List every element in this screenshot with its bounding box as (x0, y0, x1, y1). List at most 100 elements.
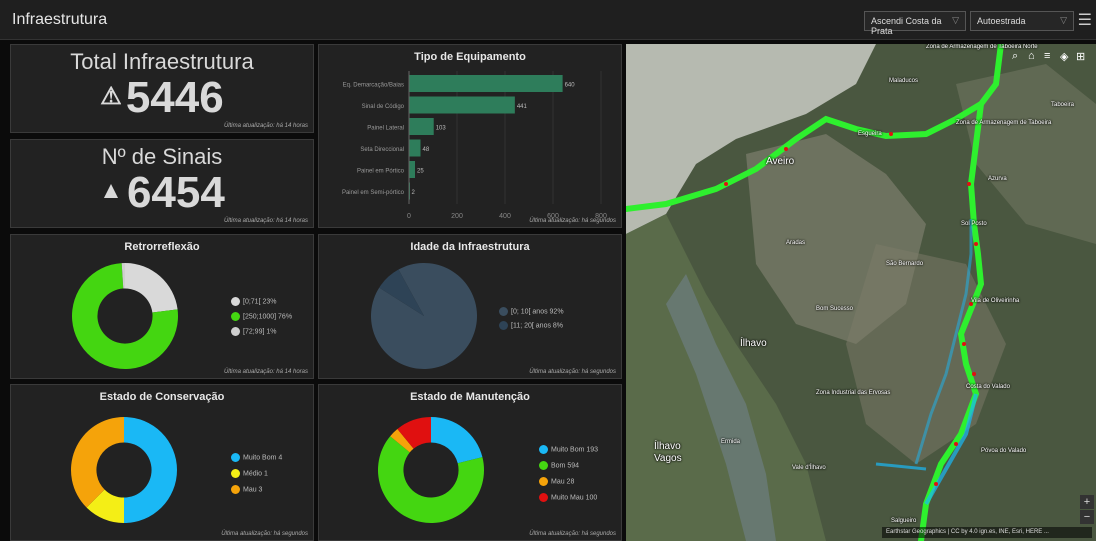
kpi-total-label: Total Infraestrutura (70, 49, 254, 74)
conservacao-chart (71, 417, 177, 523)
pie-slice[interactable] (125, 263, 178, 313)
legend-item[interactable]: [250;1000] 76% (231, 312, 292, 321)
legend-swatch (539, 445, 548, 454)
idade-chart (371, 263, 477, 369)
legend-item[interactable]: Médio 1 (231, 469, 268, 478)
legend-swatch (499, 321, 508, 330)
legend-item[interactable]: [11; 20[ anos 8% (499, 321, 563, 330)
legend-item[interactable]: [0; 10[ anos 92% (499, 307, 564, 316)
zoom-out-button[interactable]: − (1080, 510, 1094, 524)
legend-label: Bom 594 (551, 462, 580, 470)
legend-swatch (539, 493, 548, 502)
legend-swatch (499, 307, 508, 316)
legend-swatch (539, 477, 548, 486)
bar[interactable] (409, 75, 563, 92)
basemap-gallery-icon[interactable]: ⊞ (1076, 50, 1085, 63)
legend-item[interactable]: Muito Bom 4 (231, 453, 282, 462)
map-place-label: Zona de Armazenagem de Taboeira Norte (926, 44, 1038, 50)
legend-label: Muito Mau 100 (551, 494, 598, 502)
legend-label: [11; 20[ anos 8% (511, 322, 564, 330)
map-place-label: Salgueiro (891, 518, 917, 524)
map-place-label: Maladucos (889, 78, 919, 84)
legend-label: Mau 28 (551, 478, 575, 486)
bar-value-label: 25 (417, 169, 424, 175)
pie-slice[interactable] (71, 417, 124, 508)
map-place-label: Esgueira (858, 131, 882, 137)
search-icon[interactable]: ⌕ (1012, 50, 1018, 63)
conservacao-panel: Estado de Conservação Muito Bom 4 Médio 1… (10, 384, 314, 541)
map-attribution: Earthstar Geographics | CC by 4.0 ign.es… (882, 527, 1092, 538)
menu-icon[interactable]: ☰ (1078, 10, 1092, 30)
legend-item[interactable]: Bom 594 (539, 461, 579, 470)
kpi-total-value: 5446 (125, 73, 224, 122)
kpi-sinais-value: 6454 (126, 168, 225, 217)
map-place-label: Vagos (654, 453, 682, 464)
map-place-label: Ílhavo (740, 338, 767, 349)
bar-value-label: 103 (436, 126, 447, 132)
map-place-label: Aveiro (766, 156, 795, 167)
legend-item[interactable]: [0;71[ 23% (231, 297, 276, 306)
legend-item[interactable]: Muito Bom 193 (539, 445, 598, 454)
bar-category-label: Eq. Demarcação/Baias (343, 83, 404, 89)
legend-label: [0;71[ 23% (243, 298, 277, 306)
bar[interactable] (409, 118, 434, 135)
bar-category-label: Painel em Pórtico (357, 169, 405, 175)
legend-swatch (539, 461, 548, 470)
list-icon[interactable]: ≡ (1044, 50, 1050, 62)
road-type-select[interactable]: Autoestrada ▽ (970, 11, 1074, 31)
manutencao-title: Estado de Manutenção (410, 391, 530, 403)
tipo-equipamento-panel: Tipo de Equipamento 0 200 400 600 800 Eq. Dem… (318, 44, 622, 228)
legend-swatch (231, 297, 240, 306)
pie-slice[interactable] (124, 417, 177, 523)
bar[interactable] (409, 139, 421, 157)
legend-label: Médio 1 (243, 470, 268, 478)
map-place-label: Azurva (988, 176, 1007, 182)
map-place-label: Aradas (786, 240, 806, 246)
retrorreflexao-chart (71, 263, 178, 369)
layers-icon[interactable]: ◈ (1060, 50, 1068, 63)
kpi-sinais-label: Nº de Sinais (101, 144, 223, 169)
tipo-equipamento-updated: Última atualização: há segundos (529, 218, 616, 224)
retrorreflexao-updated: Última atualização: há 14 horas (223, 369, 308, 375)
bar-value-label: 441 (517, 104, 528, 110)
legend-label: [72;99] 1% (243, 328, 277, 336)
kpi-sinais-panel: Nº de Sinais ▲6454 Última atualização: h… (10, 139, 314, 228)
legend-swatch (231, 469, 240, 478)
map-place-label: Vila de Oliveirinha (971, 298, 1020, 304)
pie-slice[interactable] (431, 417, 483, 464)
zoom-in-button[interactable]: + (1080, 495, 1094, 509)
idade-updated: Última atualização: há segundos (529, 369, 616, 375)
bar[interactable] (409, 96, 515, 114)
legend-item[interactable]: Mau 3 (231, 485, 262, 494)
bar-category-label: Sinal de Código (362, 104, 405, 110)
legend-item[interactable]: Muito Mau 100 (539, 493, 597, 502)
kpi-total-panel: Total Infraestrutura ⚠5446 Última atuali… (10, 44, 314, 133)
map-view[interactable]: Zona de Armazenagem de Taboeira Norte Mal… (626, 44, 1096, 541)
kpi-total-value-row: ⚠5446 (11, 73, 313, 123)
legend-item[interactable]: [72;99] 1% (231, 327, 276, 336)
map-place-label: São Bernardo (886, 261, 924, 267)
map-place-label: Zona Industrial das Ervosas (816, 390, 891, 396)
bar[interactable] (409, 161, 415, 178)
concession-select-value: Ascendi Costa da Prata (871, 16, 942, 36)
bar-value-label: 640 (565, 83, 576, 89)
kpi-sinais-updated: Última atualização: há 14 horas (223, 218, 308, 224)
idade-title: Idade da Infraestrutura (410, 241, 530, 253)
idade-panel: Idade da Infraestrutura [0; 10[ anos 92%… (318, 234, 622, 379)
app-header: Infraestrutura Ascendi Costa da Prata ▽ … (0, 0, 1096, 40)
map-place-label: Zona de Armazenagem de Taboeira (956, 120, 1052, 126)
manutencao-panel: Estado de Manutenção Muito Bom 193 Bom 59… (318, 384, 622, 541)
legend-item[interactable]: Mau 28 (539, 477, 574, 486)
chevron-down-icon: ▽ (952, 15, 959, 25)
map-place-label: Bom Sucesso (816, 306, 854, 312)
concession-select[interactable]: Ascendi Costa da Prata ▽ (864, 11, 966, 36)
legend-label: [250;1000] 76% (243, 313, 293, 321)
bar-category-label: Painel Lateral (367, 126, 404, 132)
home-icon[interactable]: ⌂ (1028, 50, 1035, 62)
legend-label: [0; 10[ anos 92% (511, 308, 564, 316)
map-place-label: Vale d'Ílhavo (792, 465, 826, 471)
map-place-label: Ílhavo (654, 441, 681, 452)
bar-value-label: 2 (411, 190, 415, 196)
legend-label: Mau 3 (243, 486, 263, 494)
retrorreflexao-panel: Retrorreflexão [0;71[ 23% [250;1000] 76% [… (10, 234, 314, 379)
